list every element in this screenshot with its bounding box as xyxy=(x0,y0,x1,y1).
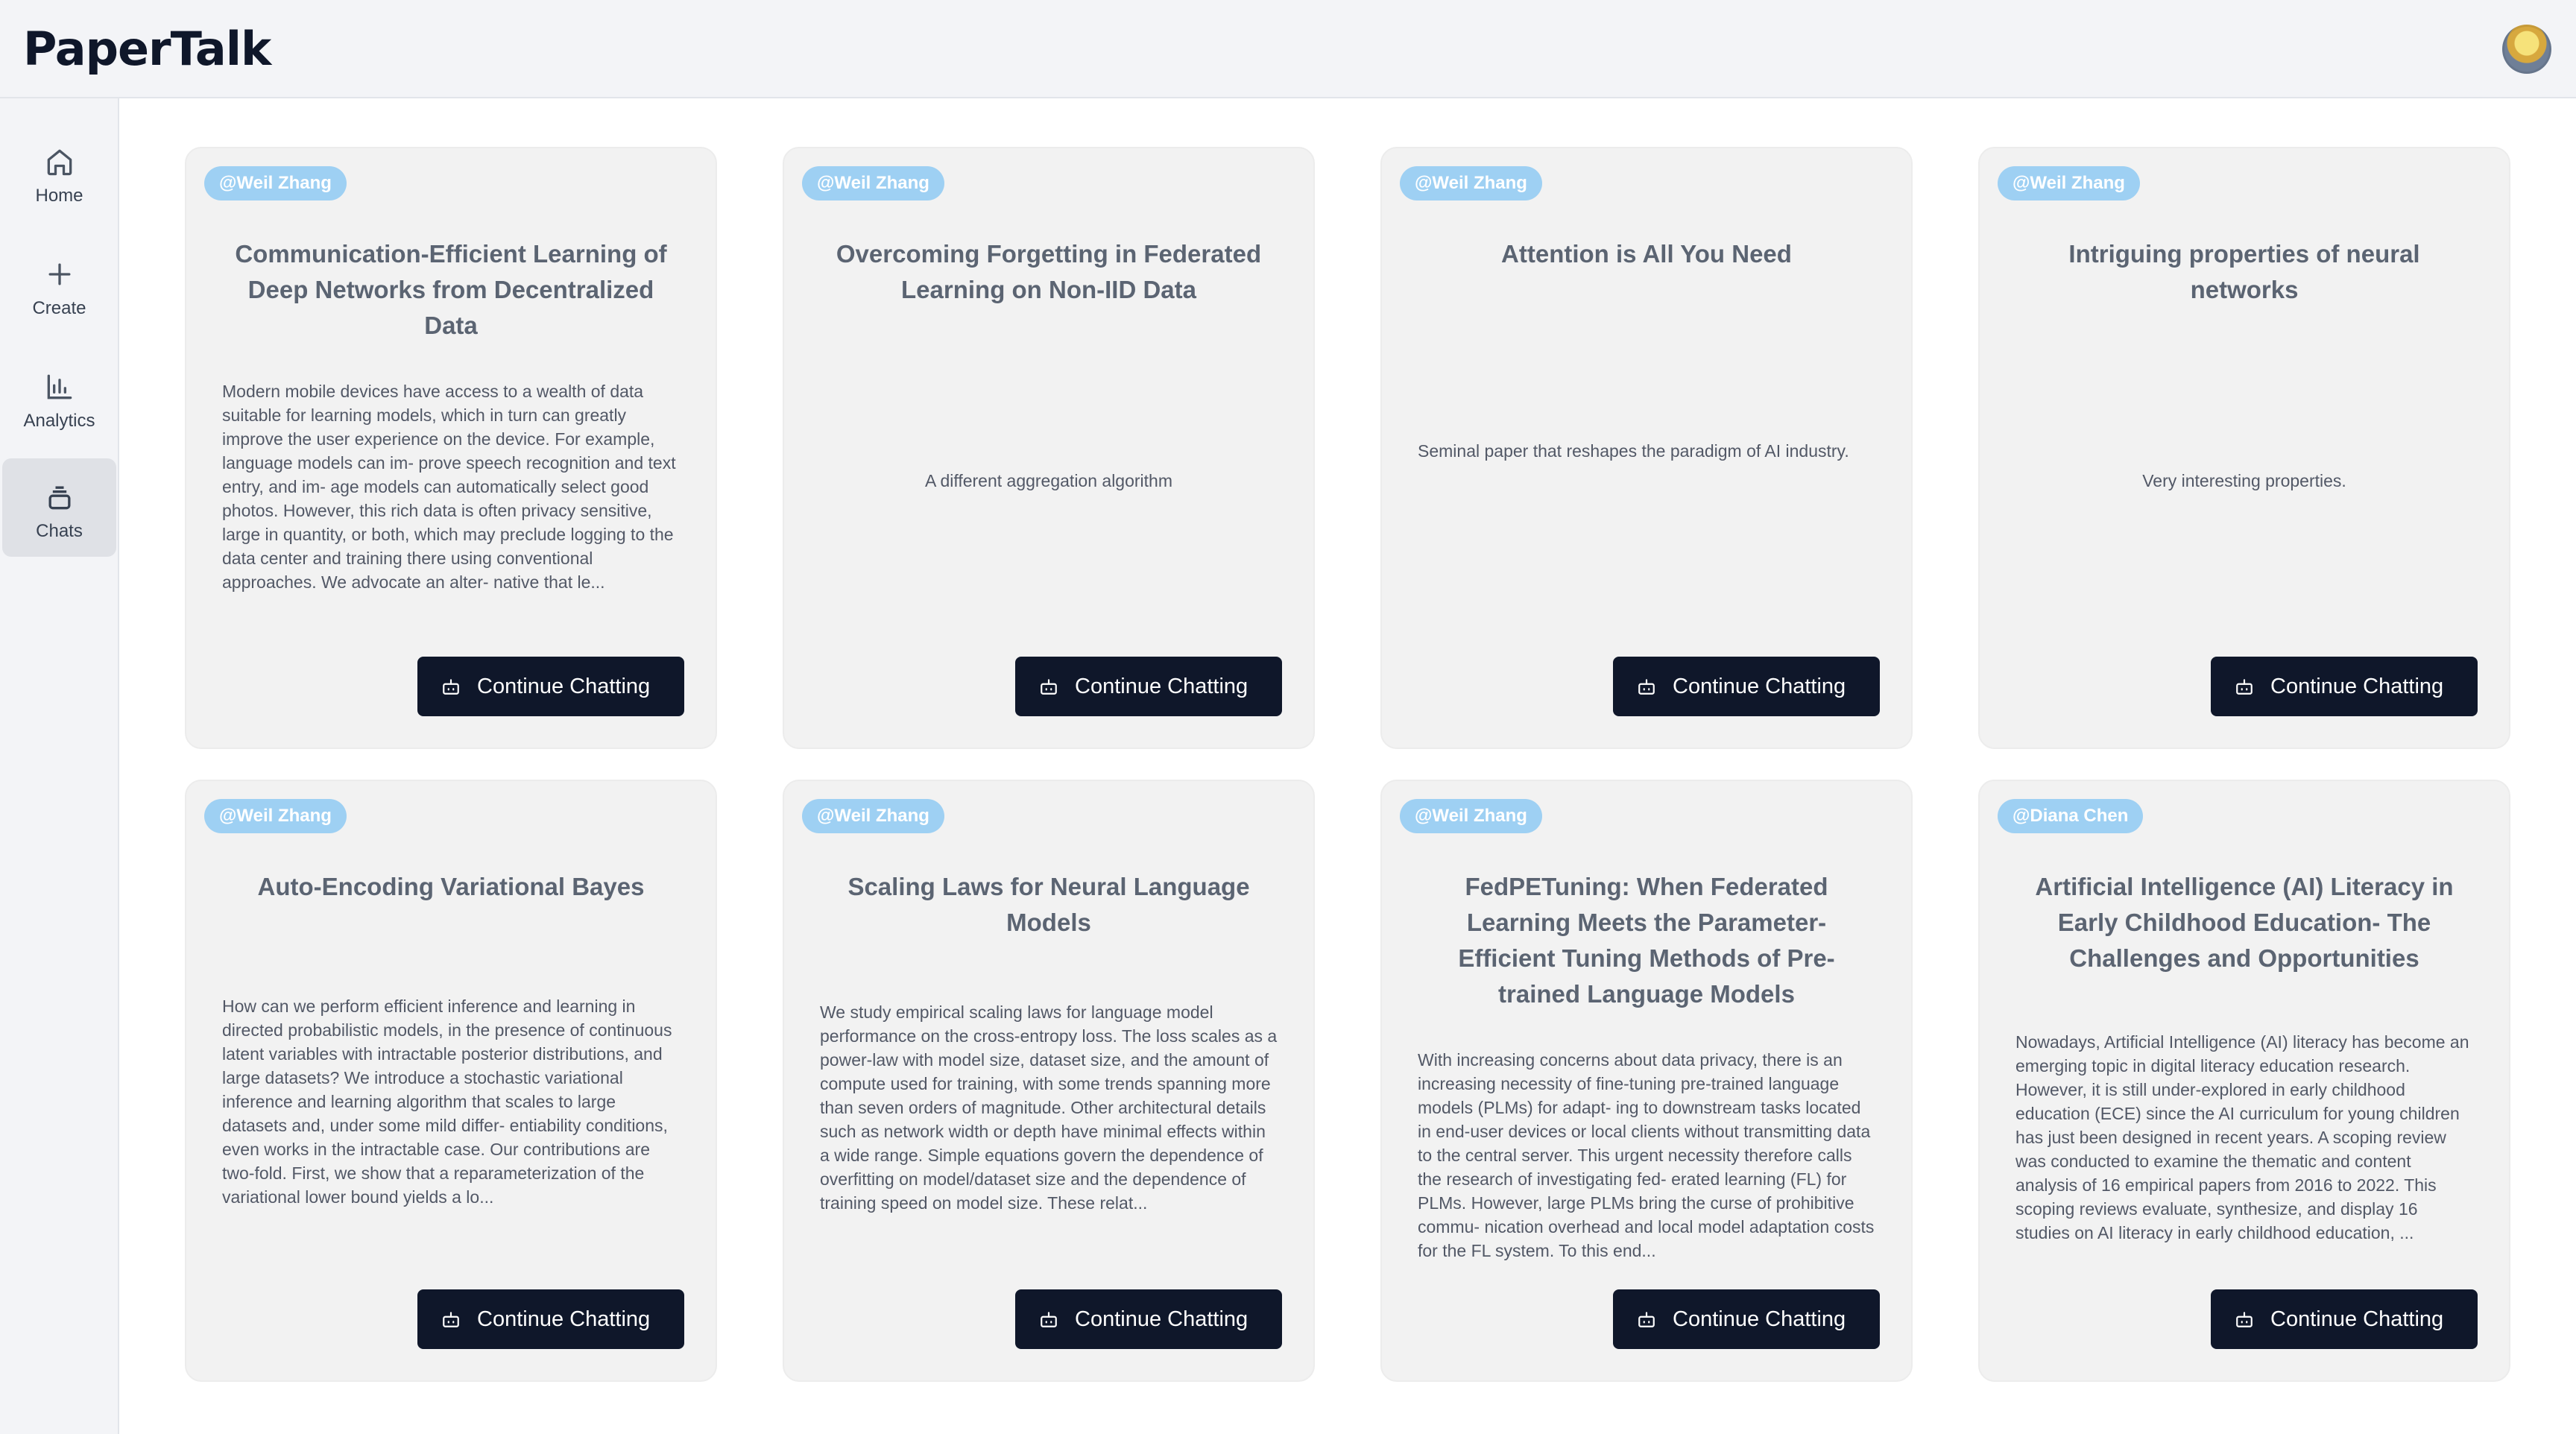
home-icon xyxy=(43,145,76,178)
user-avatar[interactable] xyxy=(2502,25,2551,74)
button-label: Continue Chatting xyxy=(477,1307,651,1331)
bot-icon xyxy=(443,679,459,695)
chat-card[interactable]: @Weil Zhang Overcoming Forgetting in Fed… xyxy=(783,147,1315,749)
card-description: With increasing concerns about data priv… xyxy=(1418,1050,1875,1260)
chat-card[interactable]: @Weil Zhang Scaling Laws for Neural Lang… xyxy=(783,780,1315,1382)
bot-icon xyxy=(1638,1312,1655,1327)
sidebar-item-label: Home xyxy=(35,186,83,206)
sidebar-item-label: Analytics xyxy=(23,411,95,431)
sidebar-item-analytics[interactable]: Analytics xyxy=(2,348,116,446)
card-description: Seminal paper that reshapes the paradigm… xyxy=(1418,441,1849,461)
chat-card[interactable]: @Diana Chen Artificial Intelligence (AI)… xyxy=(1978,780,2510,1382)
card-title: Intriguing properties of neural networks xyxy=(2068,240,2420,303)
chat-card[interactable]: @Weil Zhang Intriguing properties of neu… xyxy=(1978,147,2510,749)
bot-icon xyxy=(1638,679,1655,695)
sidebar-item-home[interactable]: Home xyxy=(2,123,116,221)
chat-card[interactable]: @Weil Zhang Attention is All You Need Se… xyxy=(1380,147,1913,749)
card-title: Overcoming Forgetting in Federated Learn… xyxy=(836,240,1262,303)
chat-card[interactable]: @Weil Zhang Auto-Encoding Variational Ba… xyxy=(185,780,717,1382)
card-title: Artificial Intelligence (AI) Literacy in… xyxy=(2035,873,2454,972)
chat-card[interactable]: @Weil Zhang Communication-Efficient Lear… xyxy=(185,147,717,749)
card-title: Auto-Encoding Variational Bayes xyxy=(257,873,645,900)
author-badge: @Weil Zhang xyxy=(1998,166,2140,200)
bar-chart-icon xyxy=(43,370,76,403)
button-label: Continue Chatting xyxy=(1673,1307,1846,1331)
card-description: How can we perform efficient inference a… xyxy=(222,996,672,1207)
continue-chatting-button[interactable]: Continue Chatting xyxy=(1015,657,1282,716)
bot-icon xyxy=(1041,679,1057,695)
continue-chatting-button[interactable]: Continue Chatting xyxy=(1015,1289,1282,1349)
author-badge: @Weil Zhang xyxy=(1400,799,1542,833)
card-title: Attention is All You Need xyxy=(1501,240,1792,268)
sidebar-item-create[interactable]: Create xyxy=(2,236,116,334)
continue-chatting-button[interactable]: Continue Chatting xyxy=(417,1289,684,1349)
button-label: Continue Chatting xyxy=(2270,1307,2444,1331)
card-description: Nowadays, Artificial Intelligence (AI) l… xyxy=(2015,1032,2469,1242)
layers-icon xyxy=(43,481,76,514)
continue-chatting-button[interactable]: Continue Chatting xyxy=(2211,1289,2478,1349)
bot-icon xyxy=(1041,1312,1057,1327)
sidebar-item-chats[interactable]: Chats xyxy=(2,458,116,557)
author-badge: @Weil Zhang xyxy=(204,166,347,200)
bot-icon xyxy=(2236,679,2253,695)
top-bar: PaperTalk xyxy=(0,0,2576,98)
card-description: A different aggregation algorithm xyxy=(924,471,1173,490)
continue-chatting-button[interactable]: Continue Chatting xyxy=(2211,657,2478,716)
author-badge: @Weil Zhang xyxy=(204,799,347,833)
card-title: Communication-Efficient Learning of Deep… xyxy=(235,240,667,339)
continue-chatting-button[interactable]: Continue Chatting xyxy=(1613,657,1880,716)
button-label: Continue Chatting xyxy=(2270,675,2444,698)
author-badge: @Weil Zhang xyxy=(1400,166,1542,200)
bot-icon xyxy=(2236,1312,2253,1327)
bot-icon xyxy=(443,1312,459,1327)
app-logo[interactable]: PaperTalk xyxy=(23,19,271,79)
button-label: Continue Chatting xyxy=(477,675,651,698)
button-label: Continue Chatting xyxy=(1075,1307,1248,1331)
sidebar-item-label: Chats xyxy=(36,521,83,541)
chat-card[interactable]: @Weil Zhang FedPETuning: When Federated … xyxy=(1380,780,1913,1382)
card-description: Modern mobile devices have access to a w… xyxy=(222,382,676,592)
sidebar: Home Create Analytics Chats xyxy=(0,98,119,1434)
author-badge: @Weil Zhang xyxy=(802,166,944,200)
card-description: Very interesting properties. xyxy=(2142,471,2346,490)
continue-chatting-button[interactable]: Continue Chatting xyxy=(417,657,684,716)
button-label: Continue Chatting xyxy=(1673,675,1846,698)
continue-chatting-button[interactable]: Continue Chatting xyxy=(1613,1289,1880,1349)
author-badge: @Diana Chen xyxy=(1998,799,2144,833)
card-title: Scaling Laws for Neural Language Models xyxy=(847,873,1250,936)
sidebar-item-label: Create xyxy=(32,298,86,318)
button-label: Continue Chatting xyxy=(1075,675,1248,698)
card-description: We study empirical scaling laws for lang… xyxy=(820,1002,1278,1213)
card-title: FedPETuning: When Federated Learning Mee… xyxy=(1458,873,1835,1008)
plus-icon xyxy=(43,258,76,291)
author-badge: @Weil Zhang xyxy=(802,799,944,833)
